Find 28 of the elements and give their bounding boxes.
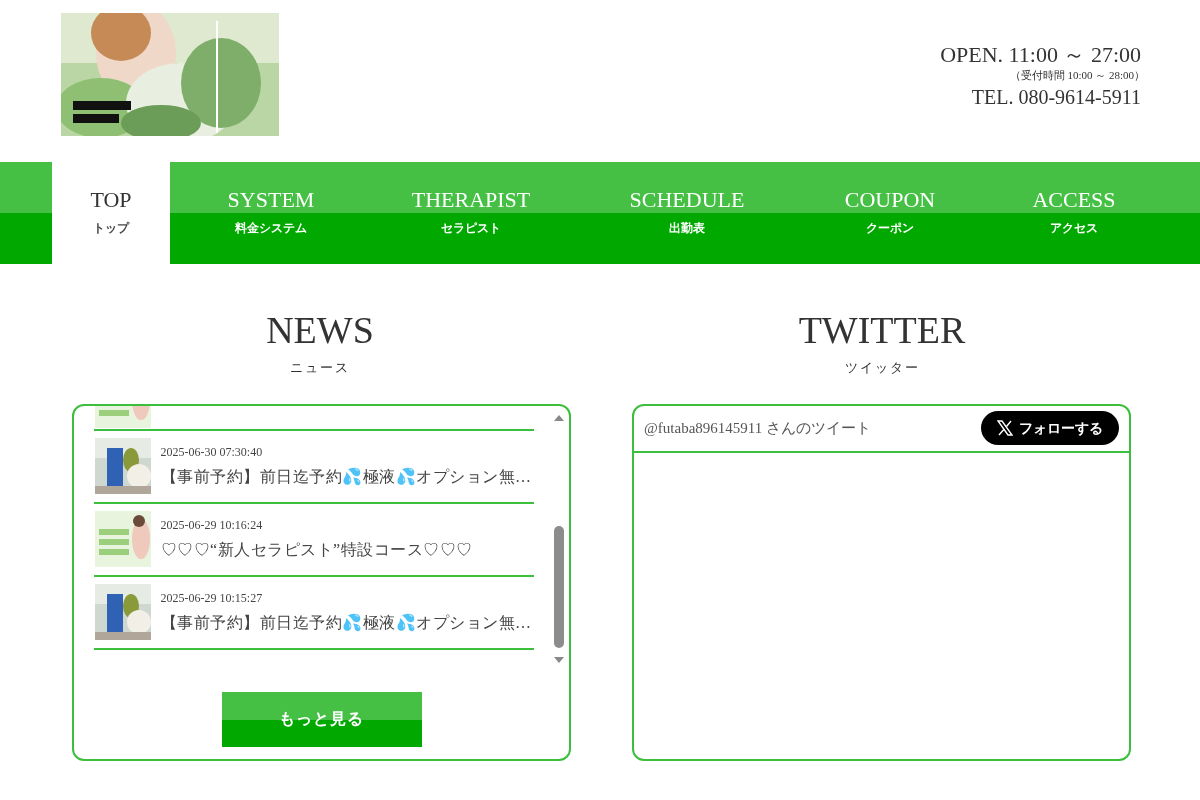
phone-number: TEL. 080-9614-5911: [971, 85, 1141, 110]
x-logo-icon: [997, 420, 1013, 436]
news-item[interactable]: 2025-06-30 07:30:40 【事前予約】前日迄予約💦極液💦オプション無…: [93, 430, 534, 504]
follow-button[interactable]: フォローする: [981, 411, 1119, 445]
nav-tab[interactable]: SCHEDULE 出勤表: [570, 162, 804, 264]
reception-hours: （受付時間 10:00 ～ 28:00）: [1009, 69, 1145, 82]
timeline-heading: @futaba896145911 さんのツイート: [644, 418, 871, 438]
section-subheading: ニュース: [289, 359, 350, 377]
news-title: ♡♡♡“新人セラピスト”特設コース♡♡♡: [160, 540, 473, 560]
news-item[interactable]: 2025-06-29 10:15:27 【事前予約】前日迄予約💦極液💦オプション無…: [93, 576, 534, 650]
section-heading: TWITTER: [798, 308, 967, 352]
news-title: 【事前予約】前日迄予約💦極液💦オプション無…: [160, 612, 532, 633]
scroll-up-icon[interactable]: [553, 413, 564, 422]
news-date: 2025-06-30 07:30:40: [160, 444, 264, 461]
news-title: 【事前予約】前日迄予約💦極液💦オプション無…: [160, 466, 532, 487]
news-date: 2025-06-29 10:16:24: [160, 517, 264, 534]
nav-tab[interactable]: ACCESS アクセス: [976, 162, 1172, 264]
nav-tab[interactable]: SYSTEM 料金システム: [170, 162, 372, 264]
nav-tab[interactable]: COUPON クーポン: [804, 162, 976, 264]
news-date: 2025-06-29 10:15:27: [160, 590, 264, 607]
nav-tab[interactable]: TOP トップ: [52, 162, 170, 264]
section-heading: NEWS: [265, 308, 374, 352]
more-button[interactable]: もっと見る: [221, 691, 422, 747]
nav-tab[interactable]: THERAPIST セラピスト: [372, 162, 570, 264]
scroll-down-icon[interactable]: [553, 655, 564, 664]
news-item[interactable]: 2025-06-29 10:16:24 ♡♡♡“新人セラピスト”特設コース♡♡♡: [93, 503, 534, 577]
section-subheading: ツイッター: [844, 359, 921, 377]
opening-hours: OPEN. 11:00 ～ 27:00: [940, 41, 1141, 69]
